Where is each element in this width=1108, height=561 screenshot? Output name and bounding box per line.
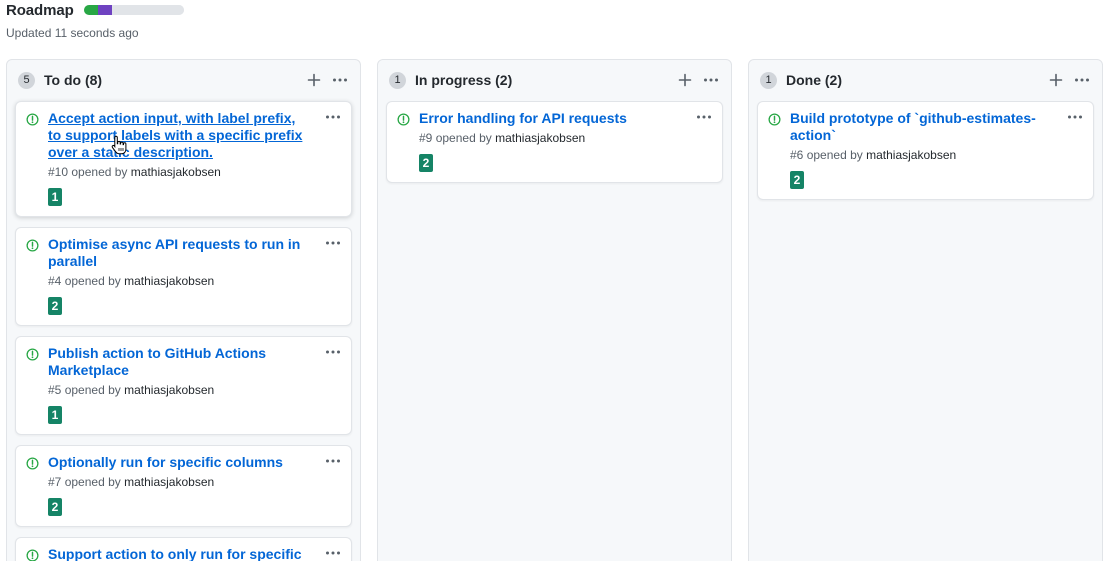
issue-card[interactable]: Optimise async API requests to run in pa… bbox=[15, 227, 352, 326]
issue-opened-by: opened by bbox=[435, 131, 492, 145]
issue-author-link[interactable]: mathiasjakobsen bbox=[131, 165, 221, 179]
issue-title-link[interactable]: Optimise async API requests to run in pa… bbox=[48, 236, 310, 270]
issue-meta: #4 opened by mathiasjakobsen bbox=[48, 273, 341, 290]
kebab-horizontal-icon[interactable] bbox=[700, 69, 722, 91]
issue-author-link[interactable]: mathiasjakobsen bbox=[866, 148, 956, 162]
progress-done-segment bbox=[83, 5, 98, 15]
issue-opened-by: opened by bbox=[64, 475, 121, 489]
kebab-horizontal-icon[interactable] bbox=[1065, 111, 1085, 123]
estimate-label[interactable]: 2 bbox=[48, 297, 62, 315]
plus-icon[interactable] bbox=[674, 69, 696, 91]
issue-card[interactable]: Build prototype of `github-estimates-act… bbox=[757, 101, 1094, 200]
column-header: 1 In progress (2) bbox=[378, 60, 731, 100]
project-header: Roadmap Updated 11 seconds ago bbox=[6, 0, 606, 48]
column-todo: 5 To do (8) Accept action input, with la… bbox=[6, 59, 361, 561]
updated-timestamp: Updated 11 seconds ago bbox=[6, 26, 139, 40]
issue-meta: #6 opened by mathiasjakobsen bbox=[790, 147, 1083, 164]
issue-card[interactable]: Publish action to GitHub Actions Marketp… bbox=[15, 336, 352, 435]
column-header: 1 Done (2) bbox=[749, 60, 1102, 100]
column-done: 1 Done (2) Build prototype of `github-es… bbox=[748, 59, 1103, 561]
issue-author-link[interactable]: mathiasjakobsen bbox=[495, 131, 585, 145]
issue-opened-icon bbox=[26, 113, 39, 126]
issue-number: #9 bbox=[419, 131, 433, 145]
kebab-horizontal-icon[interactable] bbox=[323, 547, 343, 559]
progress-in-progress-segment bbox=[97, 5, 112, 15]
issue-opened-icon bbox=[26, 457, 39, 470]
issue-meta: #7 opened by mathiasjakobsen bbox=[48, 474, 341, 491]
kebab-horizontal-icon[interactable] bbox=[329, 69, 351, 91]
title-row: Roadmap bbox=[6, 0, 606, 20]
issue-opened-icon bbox=[26, 239, 39, 252]
card-list: Error handling for API requests #9 opene… bbox=[378, 100, 731, 183]
issue-meta: #5 opened by mathiasjakobsen bbox=[48, 382, 341, 399]
issue-number: #5 bbox=[48, 383, 62, 397]
column-card-count: 5 bbox=[18, 71, 35, 89]
issue-title-link[interactable]: Publish action to GitHub Actions Marketp… bbox=[48, 345, 310, 379]
kebab-horizontal-icon[interactable] bbox=[694, 111, 714, 123]
issue-opened-icon bbox=[768, 113, 781, 126]
column-title: To do (8) bbox=[44, 72, 103, 88]
project-progress-bar bbox=[83, 5, 184, 15]
issue-meta: #10 opened by mathiasjakobsen bbox=[48, 164, 341, 181]
issue-title-link[interactable]: Accept action input, with label prefix, … bbox=[48, 110, 310, 161]
kebab-horizontal-icon[interactable] bbox=[323, 237, 343, 249]
issue-opened-icon bbox=[397, 113, 410, 126]
estimate-label[interactable]: 1 bbox=[48, 188, 62, 206]
issue-opened-icon bbox=[26, 549, 39, 561]
estimate-label[interactable]: 1 bbox=[48, 406, 62, 424]
issue-title-link[interactable]: Build prototype of `github-estimates-act… bbox=[790, 110, 1052, 144]
issue-title-link[interactable]: Error handling for API requests bbox=[419, 110, 681, 127]
card-list: Build prototype of `github-estimates-act… bbox=[749, 100, 1102, 200]
issue-card[interactable]: Error handling for API requests #9 opene… bbox=[386, 101, 723, 183]
issue-author-link[interactable]: mathiasjakobsen bbox=[124, 274, 214, 288]
plus-icon[interactable] bbox=[1045, 69, 1067, 91]
progress-todo-segment bbox=[111, 5, 184, 15]
kebab-horizontal-icon[interactable] bbox=[1071, 69, 1093, 91]
issue-number: #6 bbox=[790, 148, 804, 162]
column-header: 5 To do (8) bbox=[7, 60, 360, 100]
column-card-count: 1 bbox=[389, 71, 406, 89]
column-in-progress: 1 In progress (2) Error handling for API… bbox=[377, 59, 732, 561]
issue-meta: #9 opened by mathiasjakobsen bbox=[419, 130, 712, 147]
estimate-label[interactable]: 2 bbox=[419, 154, 433, 172]
issue-card[interactable]: Optionally run for specific columns #7 o… bbox=[15, 445, 352, 527]
column-title: In progress (2) bbox=[415, 72, 513, 88]
issue-number: #4 bbox=[48, 274, 62, 288]
estimate-label[interactable]: 2 bbox=[790, 171, 804, 189]
kebab-horizontal-icon[interactable] bbox=[323, 346, 343, 358]
column-card-count: 1 bbox=[760, 71, 777, 89]
kebab-horizontal-icon[interactable] bbox=[323, 455, 343, 467]
kebab-horizontal-icon[interactable] bbox=[323, 111, 343, 123]
issue-opened-by: opened by bbox=[64, 274, 121, 288]
issue-number: #7 bbox=[48, 475, 62, 489]
issue-opened-by: opened by bbox=[71, 165, 128, 179]
issue-opened-by: opened by bbox=[806, 148, 863, 162]
column-title: Done (2) bbox=[786, 72, 842, 88]
issue-opened-by: opened by bbox=[64, 383, 121, 397]
card-list: Accept action input, with label prefix, … bbox=[7, 100, 360, 561]
issue-card[interactable]: Support action to only run for specific bbox=[15, 537, 352, 561]
issue-card[interactable]: Accept action input, with label prefix, … bbox=[15, 101, 352, 217]
plus-icon[interactable] bbox=[303, 69, 325, 91]
estimate-label[interactable]: 2 bbox=[48, 498, 62, 516]
issue-opened-icon bbox=[26, 348, 39, 361]
issue-number: #10 bbox=[48, 165, 69, 179]
issue-title-link[interactable]: Optionally run for specific columns bbox=[48, 454, 310, 471]
issue-author-link[interactable]: mathiasjakobsen bbox=[124, 383, 214, 397]
issue-author-link[interactable]: mathiasjakobsen bbox=[124, 475, 214, 489]
project-title: Roadmap bbox=[6, 1, 74, 19]
issue-title-link[interactable]: Support action to only run for specific bbox=[48, 546, 310, 561]
